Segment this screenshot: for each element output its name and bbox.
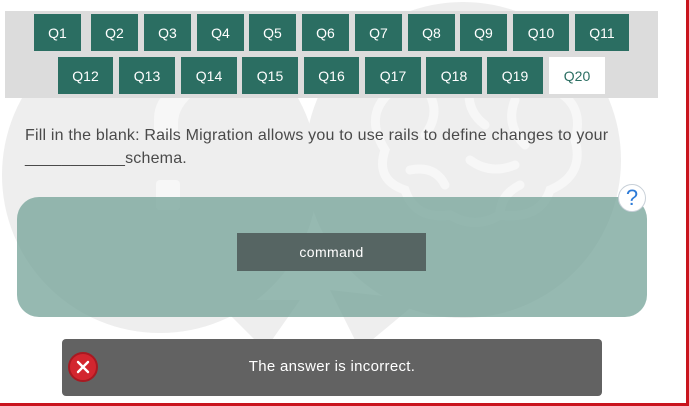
question-button-q17[interactable]: Q17 xyxy=(365,57,421,94)
question-button-q18[interactable]: Q18 xyxy=(426,57,482,94)
question-button-q14[interactable]: Q14 xyxy=(181,57,237,94)
question-mark-icon[interactable]: ? xyxy=(618,184,646,212)
question-button-q3[interactable]: Q3 xyxy=(144,14,191,51)
question-button-q8[interactable]: Q8 xyxy=(408,14,455,51)
feedback-message: The answer is incorrect. xyxy=(248,358,416,375)
question-button-q2[interactable]: Q2 xyxy=(91,14,138,51)
quiz-frame: Q1 Q2 Q3 Q4 Q5 Q6 Q7 Q8 Q9 Q10 Q11 Q12 Q… xyxy=(0,0,689,406)
question-button-q10[interactable]: Q10 xyxy=(513,14,569,51)
feedback-banner: The answer is incorrect. xyxy=(62,339,602,396)
question-button-q15[interactable]: Q15 xyxy=(242,57,298,94)
question-button-q5[interactable]: Q5 xyxy=(249,14,296,51)
question-text: Fill in the blank: Rails Migration allow… xyxy=(25,127,609,167)
question-button-q19[interactable]: Q19 xyxy=(487,57,543,94)
question-button-q7[interactable]: Q7 xyxy=(355,14,402,51)
question-button-q9[interactable]: Q9 xyxy=(460,14,507,51)
question-button-q16[interactable]: Q16 xyxy=(304,57,359,94)
question-button-q1[interactable]: Q1 xyxy=(34,14,81,51)
question-button-q11[interactable]: Q11 xyxy=(575,14,629,51)
answer-option-button[interactable]: command xyxy=(237,233,426,271)
question-button-q4[interactable]: Q4 xyxy=(197,14,244,51)
question-button-q13[interactable]: Q13 xyxy=(119,57,175,94)
question-button-q6[interactable]: Q6 xyxy=(302,14,349,51)
question-button-q20[interactable]: Q20 xyxy=(549,57,605,94)
question-button-q12[interactable]: Q12 xyxy=(58,57,113,94)
